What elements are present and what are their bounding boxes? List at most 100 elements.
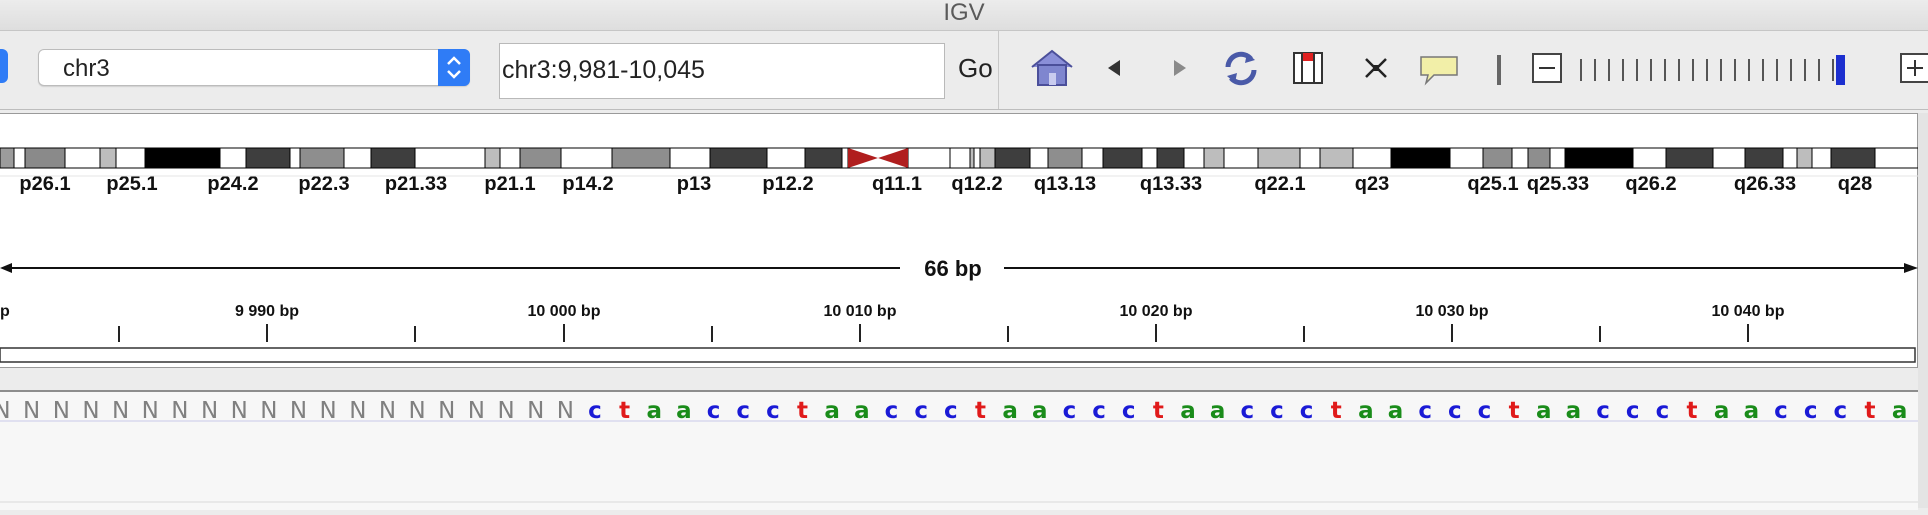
toolbar-separator: [1497, 55, 1501, 85]
sequence-track[interactable]: NNNNNNNNNNNNNNNNNNNNctaaccctaaccctaaccct…: [0, 392, 1928, 510]
zoom-tick[interactable]: [1832, 59, 1834, 81]
chromosome-band[interactable]: [1102, 147, 1143, 169]
popup-text-behavior-icon[interactable]: [1418, 45, 1460, 96]
home-icon[interactable]: [1028, 45, 1076, 96]
zoom-in-button[interactable]: [1900, 53, 1928, 83]
chromosome-band[interactable]: [1632, 147, 1667, 169]
chromosome-band[interactable]: [1874, 147, 1919, 169]
zoom-tick[interactable]: [1608, 59, 1610, 81]
chromosome-band[interactable]: [1223, 147, 1259, 169]
zoom-tick[interactable]: [1748, 59, 1750, 81]
chromosome-band[interactable]: [13, 147, 26, 169]
zoom-tick[interactable]: [1580, 59, 1582, 81]
chromosome-band[interactable]: [907, 147, 951, 169]
chromosome-band[interactable]: [1482, 147, 1513, 169]
zoom-slider[interactable]: [1578, 55, 1888, 85]
zoom-tick[interactable]: [1762, 59, 1764, 81]
chromosome-band[interactable]: [994, 147, 1031, 169]
chromosome-band[interactable]: [1047, 147, 1083, 169]
chromosome-band[interactable]: [560, 147, 613, 169]
chromosome-band[interactable]: [841, 147, 849, 169]
chromosome-band[interactable]: [1527, 147, 1551, 169]
chromosome-band[interactable]: [1029, 147, 1049, 169]
zoom-tick[interactable]: [1818, 59, 1820, 81]
sequence-base: a: [854, 398, 870, 424]
chromosome-band[interactable]: [219, 147, 247, 169]
chromosome-band[interactable]: [484, 147, 501, 169]
chromosome-band[interactable]: [24, 147, 66, 169]
chromosome-band[interactable]: [766, 147, 806, 169]
chromosome-band[interactable]: [709, 147, 768, 169]
chromosome-band[interactable]: [1390, 147, 1451, 169]
chromosome-band[interactable]: [289, 147, 301, 169]
chromosome-band[interactable]: [64, 147, 101, 169]
partial-button[interactable]: [0, 49, 8, 83]
zoom-tick[interactable]: [1664, 59, 1666, 81]
zoom-tick[interactable]: [1776, 59, 1778, 81]
chromosome-band[interactable]: [1712, 147, 1746, 169]
chromosome-band[interactable]: [979, 147, 996, 169]
chromosome-band[interactable]: [1549, 147, 1566, 169]
resize-to-window-icon[interactable]: [1358, 45, 1394, 96]
zoom-tick[interactable]: [1678, 59, 1680, 81]
chromosome-band[interactable]: [1811, 147, 1832, 169]
chromosome-band[interactable]: [499, 147, 521, 169]
chromosome-band[interactable]: [669, 147, 711, 169]
zoom-tick[interactable]: [1692, 59, 1694, 81]
chromosome-band[interactable]: [1141, 147, 1158, 169]
chromosome-band[interactable]: [804, 147, 843, 169]
chromosome-band[interactable]: [370, 147, 416, 169]
ruler-tick-label: 9 990 bp: [235, 303, 299, 320]
chromosome-band[interactable]: [1156, 147, 1185, 169]
chromosome-band[interactable]: [949, 147, 971, 169]
chromosome-ideogram[interactable]: [0, 147, 1919, 169]
chromosome-band[interactable]: [1564, 147, 1634, 169]
chromosome-band[interactable]: [519, 147, 562, 169]
chromosome-band[interactable]: [973, 147, 981, 169]
zoom-tick[interactable]: [1594, 59, 1596, 81]
chromosome-band[interactable]: [245, 147, 291, 169]
chromosome-band[interactable]: [1796, 147, 1813, 169]
chromosome-band[interactable]: [1183, 147, 1205, 169]
refresh-icon[interactable]: [1218, 45, 1264, 96]
chromosome-band[interactable]: [343, 147, 372, 169]
chromosome-band[interactable]: [1830, 147, 1876, 169]
chromosome-dropdown[interactable]: chr3: [38, 49, 470, 86]
chromosome-band[interactable]: [1665, 147, 1714, 169]
chromosome-band[interactable]: [611, 147, 671, 169]
zoom-tick[interactable]: [1790, 59, 1792, 81]
zoom-tick[interactable]: [1804, 59, 1806, 81]
back-arrow-icon[interactable]: [1100, 45, 1130, 96]
zoom-thumb[interactable]: [1836, 55, 1845, 85]
zoom-tick[interactable]: [1636, 59, 1638, 81]
zoom-tick[interactable]: [1734, 59, 1736, 81]
chromosome-band[interactable]: [0, 147, 15, 169]
chromosome-band[interactable]: [1299, 147, 1321, 169]
chromosome-band[interactable]: [969, 147, 975, 169]
chromosome-band[interactable]: [1081, 147, 1104, 169]
chromosome-band[interactable]: [1352, 147, 1392, 169]
chromosome-band[interactable]: [1511, 147, 1529, 169]
chromosome-band[interactable]: [1782, 147, 1798, 169]
chromosome-band[interactable]: [1449, 147, 1484, 169]
chromosome-band[interactable]: [99, 147, 117, 169]
chromosome-band[interactable]: [1257, 147, 1301, 169]
dropdown-arrows-icon[interactable]: [438, 49, 470, 86]
zoom-tick[interactable]: [1650, 59, 1652, 81]
chromosome-band[interactable]: [299, 147, 345, 169]
chromosome-band[interactable]: [115, 147, 146, 169]
zoom-tick[interactable]: [1622, 59, 1624, 81]
locus-search-input[interactable]: chr3:9,981-10,045: [499, 43, 945, 99]
ideogram-and-ruler[interactable]: p26.1 p25.1 p24.2 p22.3 p21.33 p21.1 p14.2 p13 p…: [0, 114, 1919, 369]
chromosome-band[interactable]: [144, 147, 221, 169]
forward-arrow-icon[interactable]: [1165, 45, 1195, 96]
zoom-out-button[interactable]: [1532, 53, 1562, 83]
region-of-interest-icon[interactable]: [1290, 45, 1326, 96]
zoom-tick[interactable]: [1706, 59, 1708, 81]
chromosome-band[interactable]: [1319, 147, 1354, 169]
go-button[interactable]: Go: [958, 53, 993, 84]
chromosome-band[interactable]: [1203, 147, 1225, 169]
chromosome-band[interactable]: [1744, 147, 1784, 169]
chromosome-band[interactable]: [414, 147, 486, 169]
zoom-tick[interactable]: [1720, 59, 1722, 81]
